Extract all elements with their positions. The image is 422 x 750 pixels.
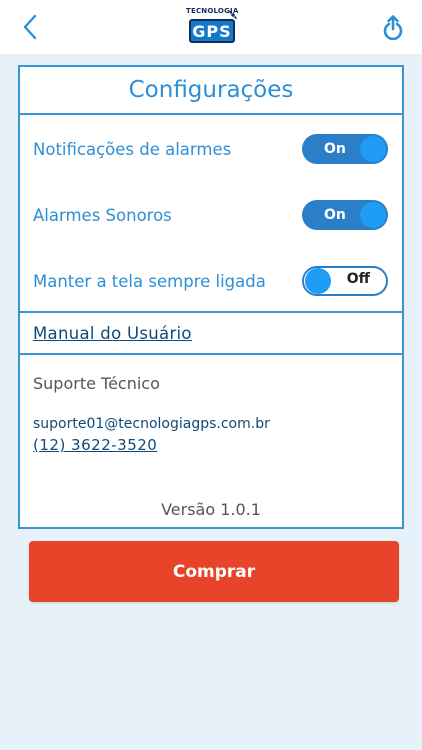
sound-alarms-toggle[interactable]: On [302,200,388,230]
support-phone-link[interactable]: (12) 3622-3520 [33,436,157,454]
toggle-knob [305,268,331,294]
share-upload-icon [383,15,403,40]
setting-label: Notificações de alarmes [33,139,232,159]
keep-screen-on-toggle[interactable]: Off [302,266,388,296]
toggle-state-text: Off [346,271,370,287]
chevron-left-icon [23,14,37,40]
support-title: Suporte Técnico [33,374,160,393]
setting-row-sound-alarms: Alarmes Sonoros On [20,195,402,235]
back-button[interactable] [16,12,44,42]
settings-list: Notificações de alarmes On Alarmes Sonor… [20,115,402,313]
support-email: suporte01@tecnologiagps.com.br [33,416,270,432]
alarm-notifications-toggle[interactable]: On [302,134,388,164]
manual-section: Manual do Usuário [20,313,402,355]
setting-label: Manter a tela sempre ligada [33,271,266,291]
app-logo: TECNOLOGIA GPS [186,7,238,47]
toggle-state-text: On [324,207,346,223]
support-section: Suporte Técnico suporte01@tecnologiagps.… [20,355,402,525]
setting-row-alarm-notifications: Notificações de alarmes On [20,129,402,169]
user-manual-link[interactable]: Manual do Usuário [33,324,192,343]
app-version: Versão 1.0.1 [161,500,261,519]
toggle-knob [360,136,386,162]
share-button[interactable] [378,10,408,44]
settings-card: Configurações Notificações de alarmes On… [18,65,404,529]
setting-row-keep-screen-on: Manter a tela sempre ligada Off [20,261,402,301]
settings-title: Configurações [20,67,402,115]
navigation-bar: TECNOLOGIA GPS [0,0,422,54]
buy-button[interactable]: Comprar [29,541,399,602]
toggle-knob [360,202,386,228]
logo-main-text: GPS [189,19,235,43]
toggle-state-text: On [324,141,346,157]
setting-label: Alarmes Sonoros [33,205,172,225]
